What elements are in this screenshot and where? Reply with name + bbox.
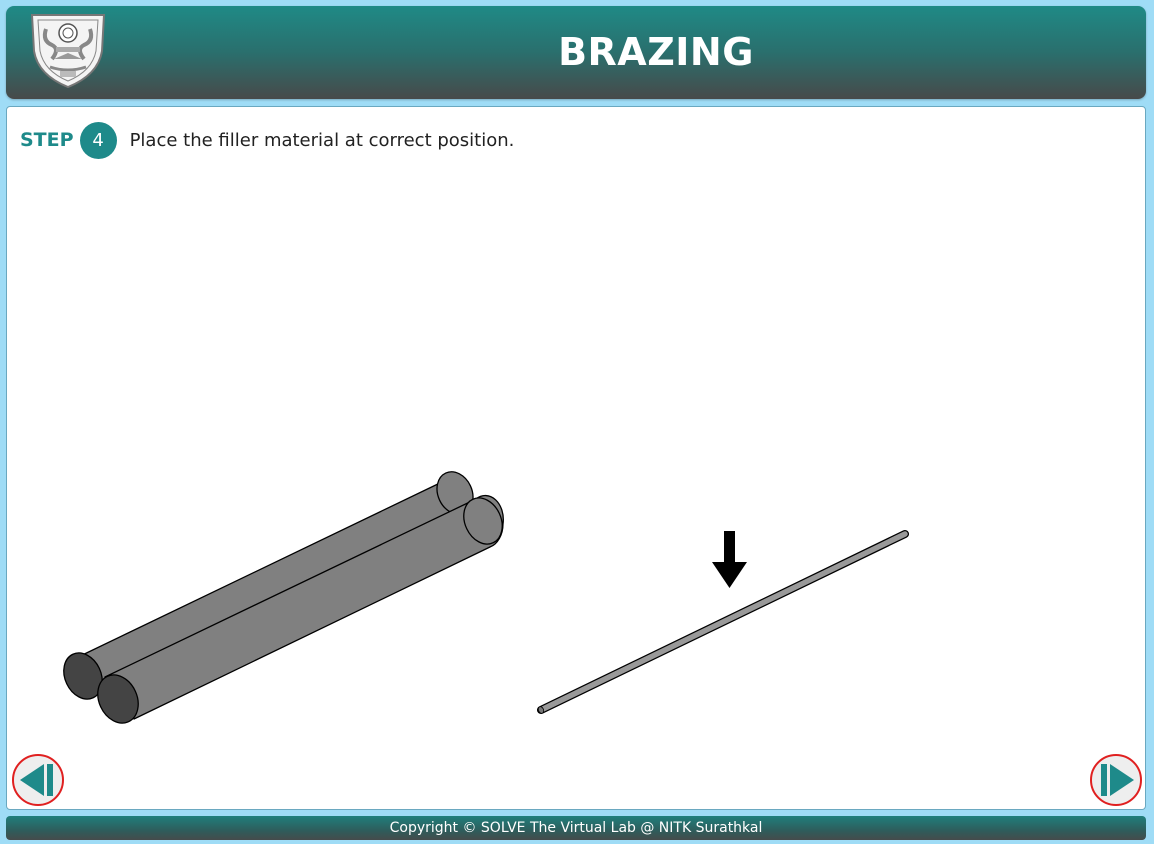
- header-bar: BRAZING: [6, 6, 1146, 99]
- arrow-down-icon: [712, 531, 747, 588]
- main-panel: STEP 4 Place the filler material at corr…: [6, 106, 1146, 810]
- next-icon: [1101, 764, 1134, 796]
- experiment-scene: [57, 466, 909, 730]
- twin-cylinder-rods[interactable]: [57, 466, 510, 730]
- prev-icon: [20, 764, 53, 796]
- previous-step-button[interactable]: [12, 754, 64, 806]
- filler-rod[interactable]: [537, 530, 909, 714]
- next-step-button[interactable]: [1090, 754, 1142, 806]
- page-title: BRAZING: [558, 30, 754, 74]
- footer-copyright: Copyright © SOLVE The Virtual Lab @ NITK…: [6, 816, 1146, 840]
